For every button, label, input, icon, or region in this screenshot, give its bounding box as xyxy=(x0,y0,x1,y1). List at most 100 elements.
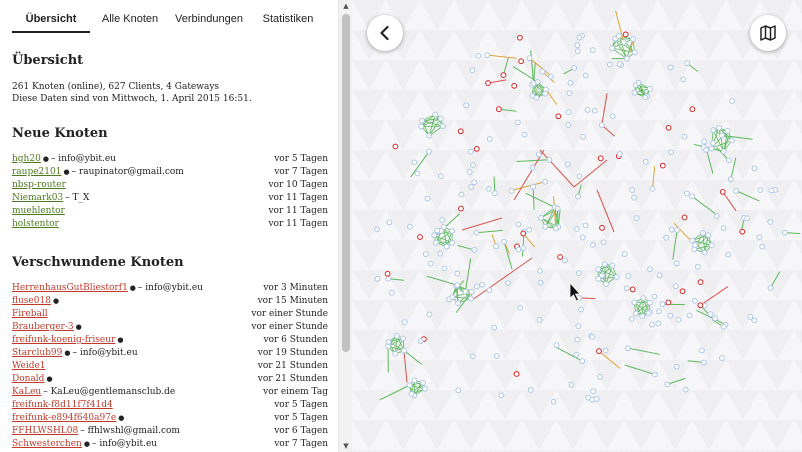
offline-node xyxy=(485,80,491,86)
tab-overview[interactable]: Übersicht xyxy=(12,0,90,33)
online-node xyxy=(467,148,474,155)
triangle-up-icon[interactable]: ▲ xyxy=(339,0,352,12)
online-node xyxy=(631,89,638,96)
node-time: vor einer Stunde xyxy=(251,322,328,332)
online-node xyxy=(385,275,392,282)
map-pin-icon[interactable]: ● xyxy=(46,375,52,383)
back-button[interactable] xyxy=(367,15,403,51)
scrollbar-thumb[interactable] xyxy=(342,14,350,352)
node-link[interactable]: Brauberger-3 xyxy=(12,322,74,332)
node-link[interactable]: FFHLWSHL08 xyxy=(12,426,78,436)
node-link[interactable]: KaLeu xyxy=(12,387,41,397)
online-node xyxy=(751,165,758,172)
map-view-button[interactable] xyxy=(750,15,786,51)
online-node xyxy=(639,313,646,319)
online-node xyxy=(642,158,649,165)
online-node xyxy=(651,371,658,378)
offline-node xyxy=(665,124,672,131)
online-node xyxy=(529,164,536,171)
online-node xyxy=(455,300,461,307)
online-node xyxy=(708,242,715,249)
online-node xyxy=(521,131,528,138)
online-node xyxy=(484,52,491,59)
map-pin-icon[interactable]: ● xyxy=(64,349,70,357)
online-node xyxy=(609,45,615,52)
node-time: vor 5 Tagen xyxy=(274,400,328,410)
tab-connections[interactable]: Verbindungen xyxy=(170,0,248,33)
offline-node xyxy=(511,82,518,89)
online-node xyxy=(547,73,554,80)
node-link[interactable]: Donald xyxy=(12,374,44,384)
online-node xyxy=(486,287,493,294)
online-node xyxy=(781,229,788,236)
map-pin-icon[interactable]: ● xyxy=(130,284,136,292)
gone-node-row: HerrenhausGutBliestorf1 ● – info@ybit.eu vo… xyxy=(12,282,328,295)
node-link[interactable]: Niemark03 xyxy=(12,193,63,203)
map-pin-icon[interactable]: ● xyxy=(118,414,124,422)
online-node xyxy=(443,243,450,250)
online-node xyxy=(582,72,589,79)
node-graph[interactable] xyxy=(352,0,802,452)
online-node xyxy=(589,333,596,340)
online-node xyxy=(585,394,592,401)
node-link[interactable]: raupe2101 xyxy=(12,167,61,177)
online-node xyxy=(432,111,439,118)
offline-node xyxy=(555,113,562,120)
node-link[interactable]: Weide1 xyxy=(12,361,46,371)
online-node xyxy=(468,288,475,295)
map-icon xyxy=(760,25,776,41)
online-node xyxy=(550,398,557,405)
triangle-down-icon[interactable]: ▼ xyxy=(339,440,352,452)
online-node xyxy=(579,358,586,364)
chevron-left-icon xyxy=(380,25,389,41)
online-node xyxy=(664,381,671,388)
online-node xyxy=(574,48,581,54)
online-node xyxy=(620,39,627,45)
node-link[interactable]: Starclub99 xyxy=(12,348,62,358)
online-node xyxy=(673,363,680,370)
online-node xyxy=(576,34,583,41)
map-pin-icon[interactable]: ● xyxy=(43,155,49,163)
online-node xyxy=(385,339,392,345)
online-node xyxy=(431,232,438,239)
online-node xyxy=(651,293,658,300)
online-node xyxy=(466,169,473,175)
node-link[interactable]: freifunk-f8d11f7f41d4 xyxy=(12,400,113,410)
online-node xyxy=(691,297,698,304)
online-node xyxy=(501,238,508,245)
node-link[interactable]: HerrenhausGutBliestorf1 xyxy=(12,283,128,293)
node-time: vor 7 Tagen xyxy=(274,439,328,449)
tab-all-nodes[interactable]: Alle Knoten xyxy=(96,0,164,33)
tab-bar: Übersicht Alle Knoten Verbindungen Stati… xyxy=(0,0,338,33)
map-pin-icon[interactable]: ● xyxy=(84,440,90,448)
node-link[interactable]: Schwesterchen xyxy=(12,439,82,449)
online-node xyxy=(623,55,630,62)
node-link[interactable]: nbsp-router xyxy=(12,180,66,190)
online-node xyxy=(536,316,543,323)
online-node xyxy=(475,52,482,59)
node-link[interactable]: hgh20 xyxy=(12,154,41,164)
online-node xyxy=(601,261,608,268)
map-pin-icon[interactable]: ● xyxy=(117,336,123,344)
node-time: vor 21 Stunden xyxy=(257,361,328,371)
tab-statistics[interactable]: Statistiken xyxy=(254,0,322,33)
node-link[interactable]: holstentor xyxy=(12,219,59,229)
online-node xyxy=(508,187,515,194)
map-pin-icon[interactable]: ● xyxy=(53,297,59,305)
map-pin-icon[interactable]: ● xyxy=(63,168,69,176)
node-time: vor 11 Tagen xyxy=(268,219,328,229)
node-contact: – KaLeu@gentlemansclub.de xyxy=(43,387,176,397)
node-link[interactable]: freifunk-e894f640a97e xyxy=(12,413,116,423)
node-link[interactable]: muehlentor xyxy=(12,206,65,216)
offline-node xyxy=(596,348,602,355)
online-node xyxy=(474,283,480,290)
online-node xyxy=(575,270,582,277)
online-node xyxy=(720,323,727,330)
node-link[interactable]: fluse018 xyxy=(12,296,51,306)
map-pin-icon[interactable]: ● xyxy=(76,323,82,331)
node-link[interactable]: freifunk-koenig-friseur xyxy=(12,335,115,345)
node-graph-map[interactable] xyxy=(352,0,802,452)
scrollbar[interactable]: ▲ ▼ xyxy=(338,0,352,452)
offline-node xyxy=(659,162,666,169)
node-link[interactable]: Fireball xyxy=(12,309,48,319)
